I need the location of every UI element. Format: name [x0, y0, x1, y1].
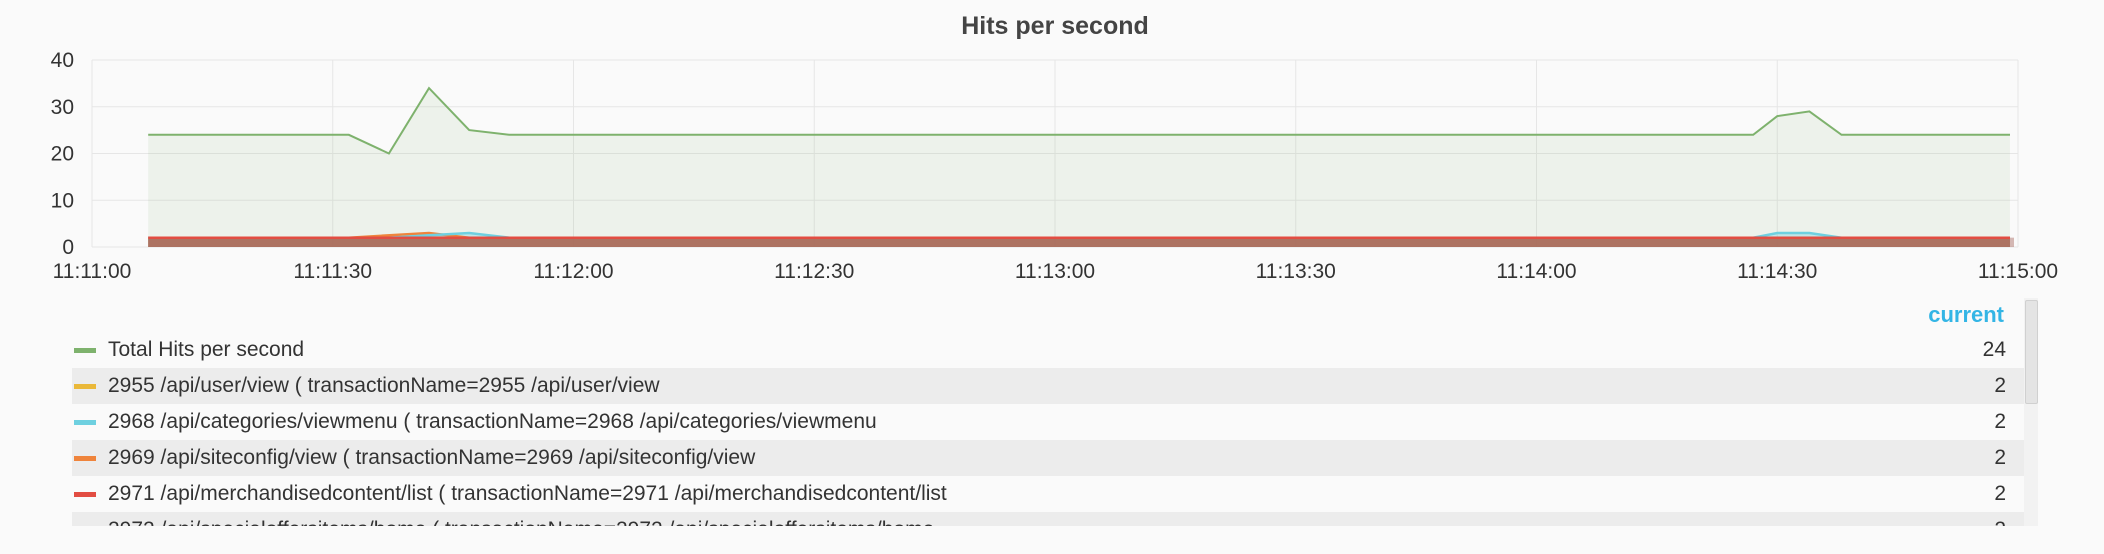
legend-item[interactable]: Total Hits per second 24 — [72, 332, 2024, 368]
legend-current-value: 2 — [1946, 518, 2024, 526]
legend-current-value: 2 — [1994, 374, 2006, 397]
legend-swatch[interactable] — [74, 419, 96, 425]
legend-item[interactable]: 2969 /api/siteconfig/view ( transactionN… — [72, 440, 2024, 476]
legend-label[interactable]: Total Hits per second — [108, 338, 1946, 362]
y-tick-label: 0 — [62, 236, 74, 259]
x-tick-label: 11:13:30 — [1256, 260, 1336, 283]
stacked-base-band — [148, 237, 2014, 247]
x-tick-label: 11:11:00 — [53, 260, 132, 283]
legend-current-value: 2 — [1994, 410, 2006, 433]
x-tick-label: 11:14:30 — [1737, 260, 1817, 283]
legend-current-value: 2 — [1994, 446, 2006, 469]
chart-legend: current Total Hits per second 24 2955 /api… — [72, 298, 2024, 526]
legend-item[interactable]: 2955 /api/user/view ( transactionName=29… — [72, 368, 2024, 404]
legend-swatch[interactable] — [74, 491, 96, 497]
legend-item[interactable]: 2971 /api/merchandisedcontent/list ( tra… — [72, 476, 2024, 512]
legend-swatch[interactable] — [74, 383, 96, 389]
x-tick-label: 11:12:30 — [774, 260, 854, 283]
x-tick-label: 11:11:30 — [293, 260, 372, 283]
legend-label[interactable]: 2972 /api/specialoffersitems/home ( tran… — [108, 518, 1946, 526]
y-tick-label: 20 — [51, 143, 74, 166]
legend-item[interactable]: 2968 /api/categories/viewmenu ( transact… — [72, 404, 2024, 440]
legend-scroll-thumb[interactable] — [2025, 300, 2038, 404]
series-area-0 — [148, 88, 2010, 247]
y-tick-label: 10 — [51, 189, 74, 212]
y-tick-label: 30 — [51, 96, 74, 119]
legend-swatch[interactable] — [74, 455, 96, 461]
x-tick-label: 11:14:00 — [1496, 260, 1576, 283]
legend-label[interactable]: 2969 /api/siteconfig/view ( transactionN… — [108, 446, 1946, 470]
chart-plot[interactable]: 0 10 20 30 40 11:11:00 11:11:30 11:12:00 11:12:… — [0, 0, 2104, 300]
y-tick-label: 40 — [51, 49, 74, 72]
legend-label[interactable]: 2955 /api/user/view ( transactionName=29… — [108, 374, 1946, 398]
legend-scrollbar[interactable] — [2024, 298, 2038, 526]
legend-current-header[interactable]: current — [72, 298, 2024, 332]
legend-label[interactable]: 2971 /api/merchandisedcontent/list ( tra… — [108, 482, 1946, 506]
legend-current-value: 24 — [1982, 338, 2006, 361]
legend-item[interactable]: 2972 /api/specialoffersitems/home ( tran… — [72, 512, 2024, 526]
graph-panel: Hits per second 0 10 20 30 40 11:11:00 11:11:… — [0, 0, 2104, 554]
legend-current-value: 2 — [1994, 482, 2006, 505]
x-tick-label: 11:12:00 — [533, 260, 613, 283]
x-tick-label: 11:13:00 — [1015, 260, 1095, 283]
legend-label[interactable]: 2968 /api/categories/viewmenu ( transact… — [108, 410, 1946, 434]
x-tick-label: 11:15:00 — [1978, 260, 2058, 283]
legend-swatch[interactable] — [74, 347, 96, 353]
